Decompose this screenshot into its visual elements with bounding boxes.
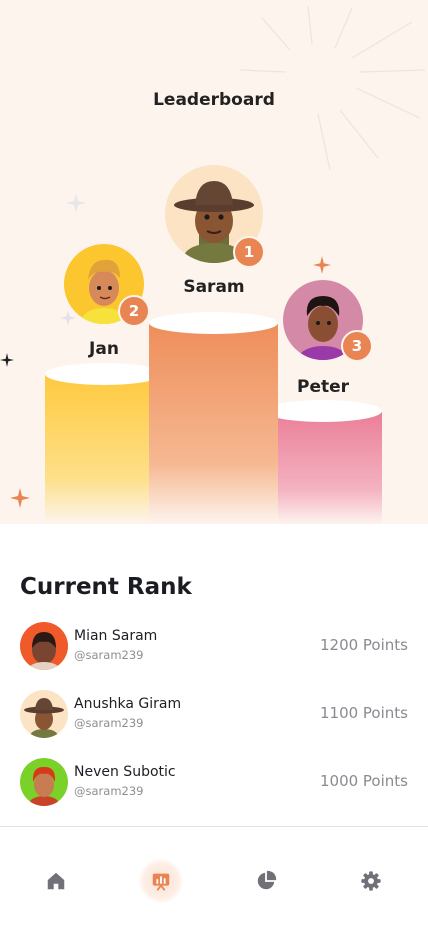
leaderboard-hero: Leaderboard 1 Saram 2 Jan 3 Peter (0, 0, 428, 524)
rank-row-handle: @saram239 (74, 648, 144, 662)
rank-row[interactable]: Neven Subotic @saram239 1000 Points (20, 758, 408, 808)
podium-name-third: Peter (296, 377, 350, 397)
avatar (20, 622, 68, 670)
home-icon (47, 872, 65, 890)
sparkle-icon (60, 310, 76, 326)
rank-row-handle: @saram239 (74, 784, 144, 798)
settings-icon (361, 871, 381, 891)
leaderboard-icon (152, 873, 170, 891)
avatar (20, 690, 68, 738)
page-title: Leaderboard (153, 90, 275, 110)
podium-second (45, 363, 163, 524)
podium-third (264, 400, 382, 524)
bottom-nav (0, 827, 428, 926)
rank-badge-second: 2 (118, 295, 150, 327)
nav-home-button[interactable] (34, 859, 78, 903)
podium-name-first: Saram (183, 277, 245, 297)
rank-row-points: 1000 Points (319, 772, 408, 790)
nav-stats-button[interactable] (244, 859, 288, 903)
sparkle-icon (0, 353, 14, 367)
avatar (20, 758, 68, 806)
rank-row-points: 1100 Points (319, 704, 408, 722)
nav-settings-button[interactable] (349, 859, 393, 903)
rank-badge-third: 3 (341, 330, 373, 362)
rank-row-name: Mian Saram (74, 628, 158, 644)
rank-row-points: 1200 Points (319, 636, 408, 654)
rank-row[interactable]: Anushka Giram @saram239 1100 Points (20, 690, 408, 740)
rank-row-name: Anushka Giram (74, 696, 182, 712)
rank-row-handle: @saram239 (74, 716, 144, 730)
rank-row-name: Neven Subotic (74, 764, 176, 780)
sparkle-icon (313, 256, 331, 274)
podium-first (149, 312, 278, 524)
current-rank-title: Current Rank (20, 574, 192, 600)
rank-badge-first: 1 (233, 236, 265, 268)
sparkle-icon (10, 488, 30, 508)
sparkle-icon (66, 193, 86, 213)
pie-chart-icon (257, 870, 277, 890)
rank-row[interactable]: Mian Saram @saram239 1200 Points (20, 622, 408, 672)
podium-name-second: Jan (89, 339, 119, 359)
nav-leaderboard-button[interactable] (139, 859, 183, 903)
